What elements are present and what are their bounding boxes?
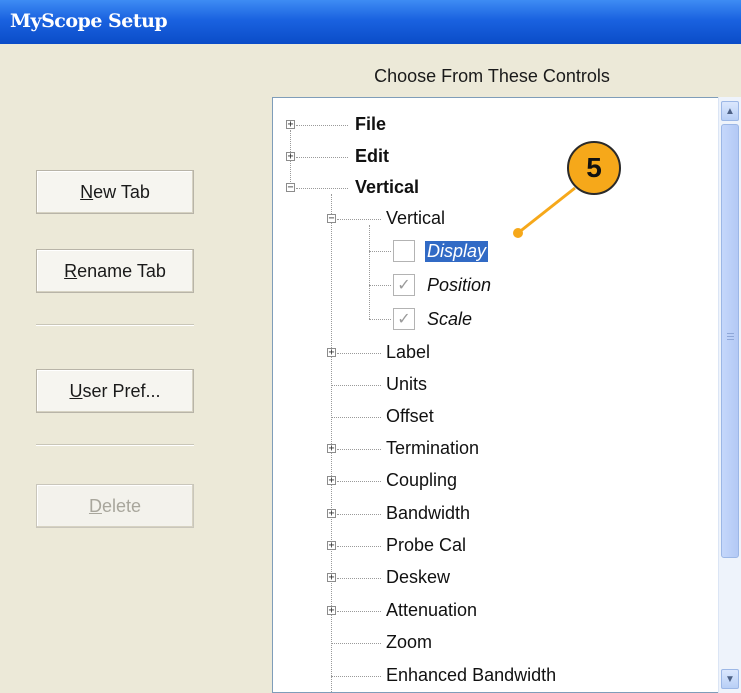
- scale-checkbox[interactable]: ✓: [393, 308, 415, 330]
- collapse-icon[interactable]: −: [286, 183, 295, 193]
- tree-item-offset[interactable]: Offset: [386, 401, 434, 431]
- tree-item-scale[interactable]: Scale: [427, 304, 472, 334]
- user-pref-label: ser Pref...: [82, 380, 161, 401]
- tree-connector: [369, 285, 391, 286]
- expand-icon[interactable]: +: [327, 606, 336, 616]
- tree-item-termination[interactable]: Termination: [386, 433, 479, 463]
- delete-label: elete: [101, 495, 142, 516]
- tree-item-edit[interactable]: Edit: [355, 141, 389, 171]
- collapse-icon[interactable]: −: [327, 214, 336, 224]
- tree-connector: [296, 157, 348, 158]
- new-tab-label: ew Tab: [93, 181, 150, 202]
- tree-item-attenuation[interactable]: Attenuation: [386, 595, 477, 625]
- tree-item-vertical-sub[interactable]: Vertical: [386, 203, 445, 233]
- new-tab-button[interactable]: New Tab: [36, 170, 194, 214]
- delete-mnemonic: D: [88, 495, 102, 516]
- tree-guide: [369, 225, 370, 319]
- callout-badge: 5: [567, 141, 621, 195]
- grip-line: [727, 336, 734, 337]
- tree-item-probe-cal[interactable]: Probe Cal: [386, 530, 466, 560]
- myscope-setup-window: MyScope Setup Choose From These Controls…: [0, 0, 741, 693]
- display-selected-label: Display: [425, 240, 489, 262]
- controls-tree[interactable]: + File + Edit − Vertical − Vertical Disp…: [272, 97, 719, 693]
- expand-icon[interactable]: +: [286, 120, 295, 130]
- tree-connector: [337, 546, 381, 547]
- title-bar[interactable]: MyScope Setup: [0, 0, 741, 44]
- user-pref-mnemonic: U: [69, 380, 83, 401]
- tree-connector: [337, 449, 381, 450]
- tree-item-enhanced-bandwidth[interactable]: Enhanced Bandwidth: [386, 660, 556, 690]
- tree-connector: [337, 353, 381, 354]
- tree-connector: [337, 481, 381, 482]
- expand-icon[interactable]: +: [327, 541, 336, 551]
- tree-connector: [331, 417, 381, 418]
- expand-icon[interactable]: +: [327, 348, 336, 358]
- tree-connector: [331, 676, 381, 677]
- rename-tab-mnemonic: R: [64, 260, 78, 281]
- expand-icon[interactable]: +: [327, 444, 336, 454]
- expand-icon[interactable]: +: [327, 476, 336, 486]
- tree-item-bandwidth[interactable]: Bandwidth: [386, 498, 470, 528]
- expand-icon[interactable]: +: [327, 509, 336, 519]
- display-checkbox[interactable]: [393, 240, 415, 262]
- separator: [36, 324, 194, 326]
- tree-connector: [296, 125, 348, 126]
- delete-button[interactable]: Delete: [36, 484, 194, 528]
- tree-connector: [337, 514, 381, 515]
- tree-connector: [337, 219, 381, 220]
- tree-scrollbar[interactable]: ▲ ▼: [718, 97, 741, 693]
- tree-item-file[interactable]: File: [355, 109, 386, 139]
- tree-item-display[interactable]: Display: [425, 236, 489, 266]
- choose-controls-label: Choose From These Controls: [374, 66, 610, 86]
- tree-connector: [331, 643, 381, 644]
- tree-connector: [337, 578, 381, 579]
- expand-icon[interactable]: +: [327, 573, 336, 583]
- tree-item-vertical[interactable]: Vertical: [355, 172, 419, 202]
- tree-connector: [369, 251, 391, 252]
- separator: [36, 444, 194, 446]
- tree-item-zoom[interactable]: Zoom: [386, 627, 432, 657]
- tree-connector: [337, 611, 381, 612]
- scroll-down-icon[interactable]: ▼: [721, 669, 739, 689]
- position-checkbox[interactable]: ✓: [393, 274, 415, 296]
- tree-item-label[interactable]: Label: [386, 337, 430, 367]
- tree-connector: [296, 188, 348, 189]
- window-title: MyScope Setup: [10, 10, 168, 32]
- rename-tab-button[interactable]: Rename Tab: [36, 249, 194, 293]
- tree-item-deskew[interactable]: Deskew: [386, 562, 450, 592]
- tree-connector: [369, 319, 391, 320]
- tree-item-units[interactable]: Units: [386, 369, 427, 399]
- rename-tab-label: ename Tab: [77, 260, 166, 281]
- scroll-thumb[interactable]: [721, 124, 739, 558]
- grip-line: [727, 333, 734, 334]
- new-tab-mnemonic: N: [80, 181, 94, 202]
- user-pref-button[interactable]: User Pref...: [36, 369, 194, 413]
- grip-line: [727, 339, 734, 340]
- scroll-up-icon[interactable]: ▲: [721, 101, 739, 121]
- tree-connector: [331, 385, 381, 386]
- expand-icon[interactable]: +: [286, 152, 295, 162]
- tree-item-coupling[interactable]: Coupling: [386, 465, 457, 495]
- tree-item-position[interactable]: Position: [427, 270, 491, 300]
